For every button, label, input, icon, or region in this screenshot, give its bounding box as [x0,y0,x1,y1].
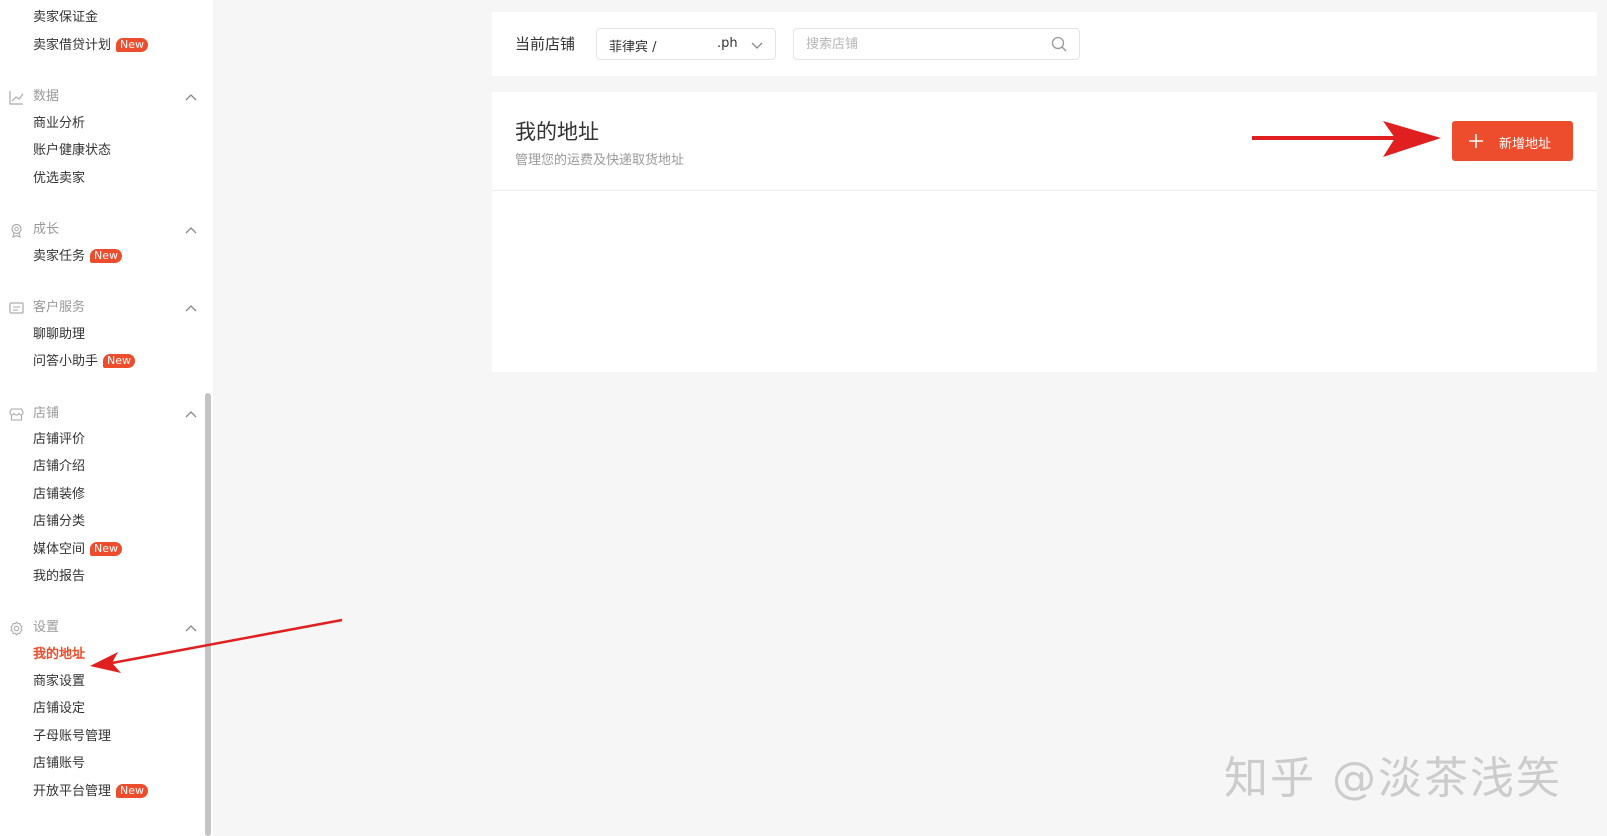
sidebar-item-qa-assistant[interactable]: 问答小助手 New [33,353,136,371]
search-icon[interactable] [1051,36,1067,52]
page-subtitle: 管理您的运费及快递取货地址 [515,153,685,168]
current-shop-label: 当前店铺 [515,35,576,53]
shop-icon [9,408,24,421]
section-title: 数据 [33,89,60,104]
sidebar-item-chat-assistant[interactable]: 聊聊助理 [33,326,85,344]
sidebar-item-shop-category[interactable]: 店铺分类 [33,513,85,531]
address-panel: 我的地址 管理您的运费及快递取货地址 新增地址 [492,92,1597,372]
new-badge: New [103,354,136,368]
sidebar-item-merchant-settings[interactable]: 商家设置 [33,673,85,691]
sidebar-item-sub-account[interactable]: 子母账号管理 [33,728,111,746]
chevron-down-icon [751,42,763,49]
gear-icon [10,621,23,636]
sidebar-item-preferred-seller[interactable]: 优选卖家 [33,170,85,188]
shop-dropdown[interactable]: 菲律宾 / .ph [596,28,776,60]
sidebar-item-media-space[interactable]: 媒体空间 New [33,541,123,559]
sidebar-item-my-report[interactable]: 我的报告 [33,568,85,586]
sidebar-item-seller-loan[interactable]: 卖家借贷计划 New [33,37,149,55]
chart-icon [9,91,24,105]
sidebar-item-business-analysis[interactable]: 商业分析 [33,115,85,133]
sidebar-section-shop[interactable]: 店铺 [9,404,197,424]
chevron-up-icon[interactable] [185,92,197,102]
sidebar-item-shop-intro[interactable]: 店铺介绍 [33,458,85,476]
sidebar-item-my-address[interactable]: 我的地址 [33,646,85,664]
address-panel-header: 我的地址 管理您的运费及快递取货地址 新增地址 [492,92,1597,191]
sidebar-section-settings[interactable]: 设置 [9,618,197,638]
sidebar-item-seller-deposit[interactable]: 卖家保证金 [33,9,98,27]
section-title: 客户服务 [33,300,86,315]
shop-search-input[interactable] [793,28,1080,60]
new-badge: New [116,784,149,798]
sidebar-section-growth[interactable]: 成长 [9,220,197,240]
new-badge: New [116,38,149,52]
sidebar-section-data[interactable]: 数据 [9,87,197,107]
sidebar-item-shop-rating[interactable]: 店铺评价 [33,431,85,449]
chevron-up-icon[interactable] [185,623,197,633]
new-badge: New [90,542,123,556]
chevron-up-icon[interactable] [185,409,197,419]
shop-domain-suffix: .ph [717,36,738,51]
chevron-up-icon[interactable] [185,303,197,313]
watermark: 知乎 @淡茶浅笑 [1224,753,1562,804]
add-address-label: 新增地址 [1499,137,1552,152]
section-title: 成长 [33,222,60,237]
section-title: 设置 [33,620,60,635]
sidebar-item-shop-settings[interactable]: 店铺设定 [33,700,85,718]
sidebar-item-shop-account[interactable]: 店铺账号 [33,755,85,773]
new-badge: New [90,249,123,263]
sidebar-item-seller-tasks[interactable]: 卖家任务 New [33,248,123,266]
page-title: 我的地址 [515,120,599,144]
plus-icon [1469,134,1483,148]
section-title: 店铺 [33,406,60,421]
medal-icon [11,223,22,238]
sidebar-item-open-platform[interactable]: 开放平台管理 New [33,783,149,801]
chat-icon [9,302,24,314]
shop-region: 菲律宾 / [609,40,657,55]
sidebar-item-shop-decoration[interactable]: 店铺装修 [33,486,85,504]
sidebar-item-account-health[interactable]: 账户健康状态 [33,142,111,160]
shop-selector-bar: 当前店铺 菲律宾 / .ph [492,12,1597,76]
sidebar-section-customer-service[interactable]: 客户服务 [9,298,197,318]
sidebar-scrollbar[interactable] [205,393,211,836]
chevron-up-icon[interactable] [185,225,197,235]
sidebar: 卖家保证金 卖家借贷计划 New 数据 商业分析 账户健康状态 优选卖家 成长 卖… [0,0,213,836]
add-address-button[interactable]: 新增地址 [1452,121,1573,161]
